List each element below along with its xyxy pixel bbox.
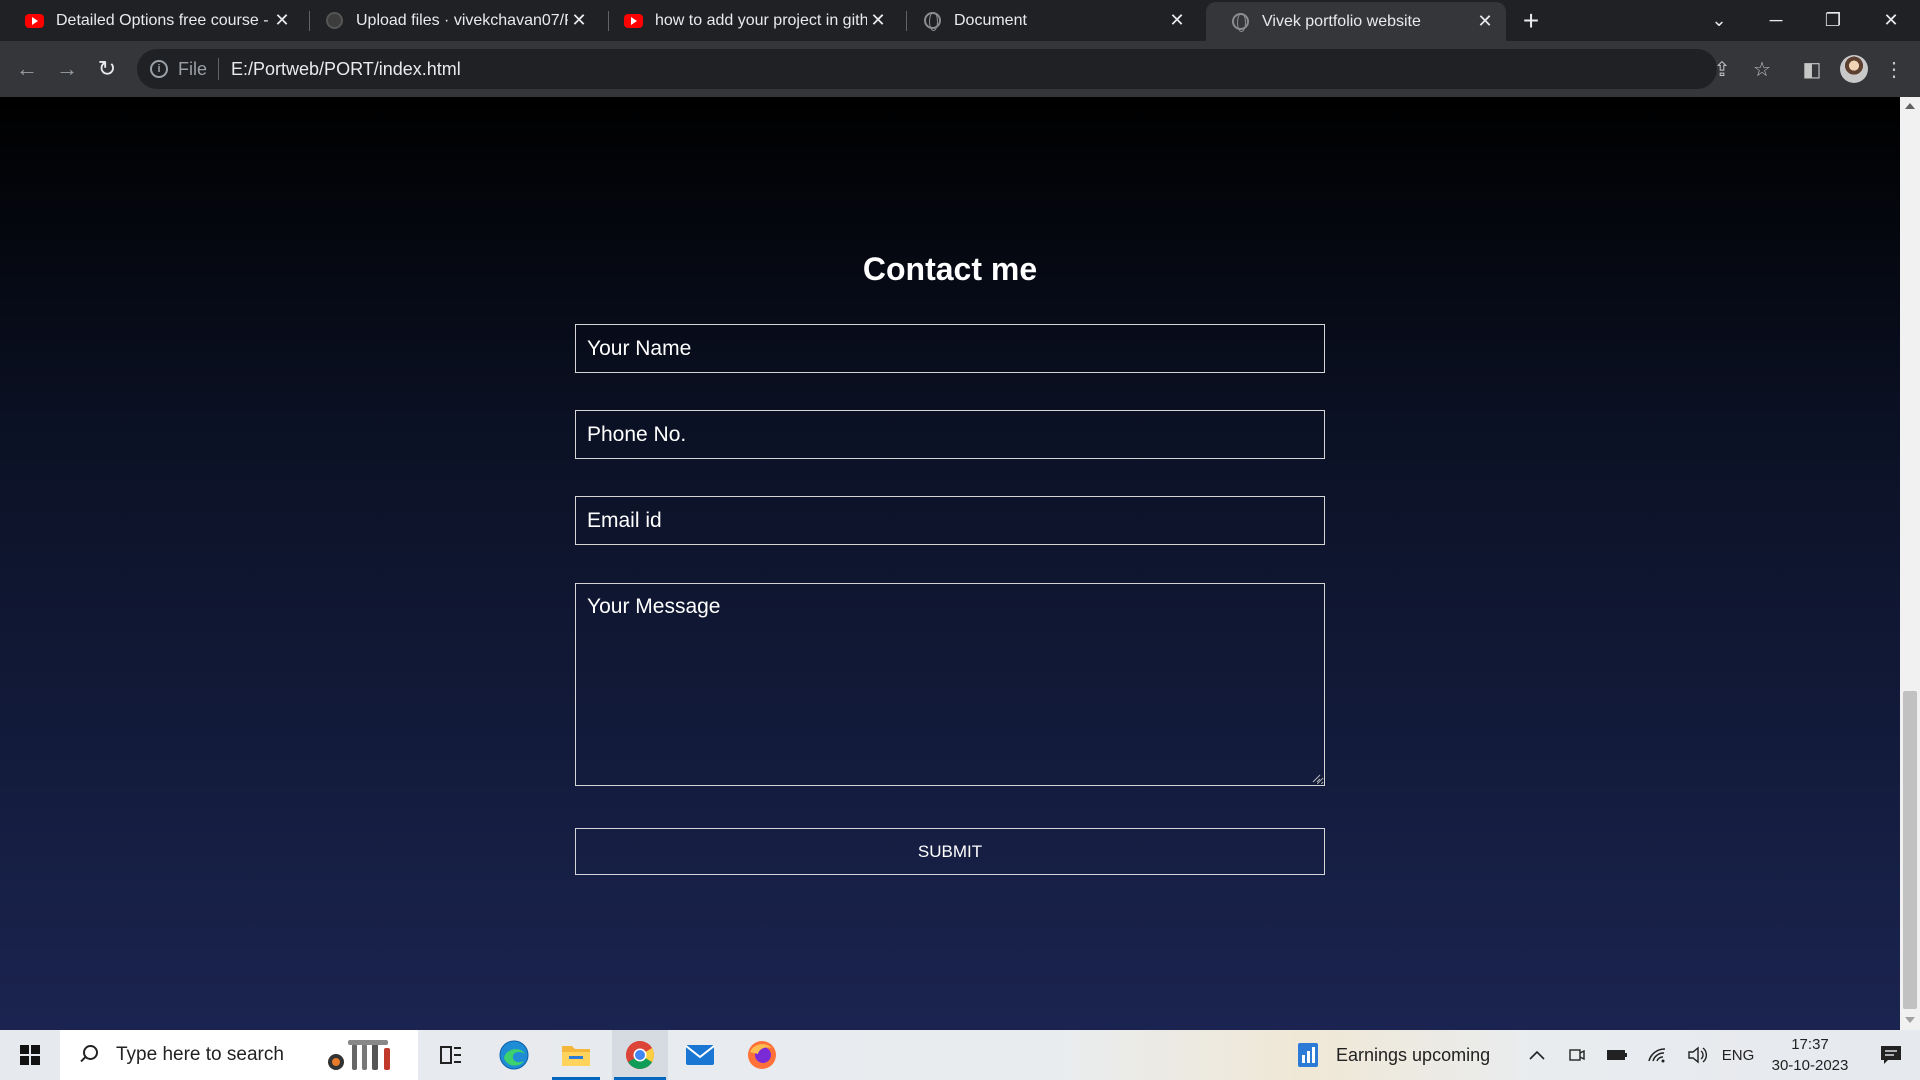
tab-title: Vivek portfolio website — [1262, 12, 1421, 30]
tab-youtube-github-howto[interactable]: how to add your project in github ✕ — [599, 0, 899, 41]
search-highlight-tools-icon — [322, 1038, 406, 1072]
globe-icon — [1231, 12, 1250, 32]
browser-tab-strip: Detailed Options free course - YouTube ✕… — [0, 0, 1920, 41]
close-icon[interactable]: ✕ — [568, 10, 590, 32]
tab-title: Detailed Options free course - YouTube — [56, 11, 271, 29]
tab-title: how to add your project in github — [655, 11, 867, 29]
side-panel-icon[interactable]: ◧ — [1798, 55, 1826, 83]
volume-icon[interactable] — [1682, 1030, 1712, 1080]
tab-youtube-options-course[interactable]: Detailed Options free course - YouTube ✕ — [0, 0, 303, 41]
notification-center-icon[interactable] — [1866, 1030, 1916, 1080]
mail-icon[interactable] — [674, 1030, 726, 1080]
taskbar-search-box[interactable]: Type here to search — [60, 1030, 418, 1080]
tab-document[interactable]: Document ✕ — [898, 0, 1198, 41]
tab-github-upload[interactable]: Upload files · vivekchavan07/Portfolio ✕ — [300, 0, 600, 41]
contact-heading: Contact me — [862, 251, 1038, 287]
battery-icon[interactable] — [1602, 1030, 1632, 1080]
wifi-icon[interactable] — [1642, 1030, 1672, 1080]
file-explorer-icon[interactable] — [550, 1030, 602, 1080]
back-arrow-icon[interactable]: ← — [11, 53, 43, 85]
youtube-icon — [25, 11, 44, 30]
taskbar-search-placeholder: Type here to search — [116, 1044, 284, 1065]
tab-title: Document — [954, 11, 1027, 29]
search-icon — [78, 1045, 98, 1065]
tab-title: Upload files · vivekchavan07/Portfolio — [356, 11, 568, 29]
globe-icon — [923, 11, 942, 31]
clock-time: 17:37 — [1791, 1036, 1829, 1053]
clock-date: 30-10-2023 — [1771, 1057, 1849, 1074]
close-window-button[interactable]: ✕ — [1866, 0, 1916, 41]
reload-icon[interactable]: ↻ — [91, 53, 123, 85]
input-language-indicator[interactable]: ENG — [1718, 1030, 1758, 1080]
minimize-button[interactable]: ─ — [1751, 0, 1801, 41]
restore-button[interactable]: ❐ — [1808, 0, 1858, 41]
task-view-icon[interactable] — [426, 1030, 476, 1080]
bookmark-star-icon[interactable]: ☆ — [1748, 55, 1776, 83]
tab-search-button[interactable]: ⌄ — [1694, 0, 1744, 41]
close-icon[interactable]: ✕ — [867, 10, 889, 32]
email-input[interactable] — [575, 496, 1325, 545]
new-tab-button[interactable]: + — [1516, 5, 1546, 36]
chrome-browser-icon[interactable] — [612, 1030, 668, 1080]
weather-widget-text: Earnings upcoming — [1336, 1044, 1491, 1065]
page-viewport: Contact me Submit — [0, 97, 1900, 1030]
close-icon[interactable]: ✕ — [271, 10, 293, 32]
url-text[interactable]: E:/Portweb/PORT/index.html — [231, 59, 461, 80]
github-icon — [325, 11, 344, 30]
name-input[interactable] — [575, 324, 1325, 373]
scroll-down-arrow-icon[interactable] — [1905, 1017, 1915, 1023]
chevron-up-icon[interactable] — [1522, 1030, 1552, 1080]
windows-start-icon[interactable] — [8, 1030, 52, 1080]
stock-chart-icon — [1298, 1043, 1318, 1067]
menu-kebab-icon[interactable]: ⋮ — [1880, 55, 1908, 83]
profile-avatar[interactable] — [1840, 55, 1868, 83]
close-icon[interactable]: ✕ — [1166, 10, 1188, 32]
info-icon[interactable]: i — [150, 60, 168, 78]
tab-vivek-portfolio[interactable]: Vivek portfolio website ✕ — [1206, 2, 1506, 41]
submit-button[interactable]: Submit — [575, 828, 1325, 875]
meet-now-icon[interactable] — [1562, 1030, 1592, 1080]
browser-toolbar: ← → ↻ i File E:/Portweb/PORT/index.html … — [0, 41, 1920, 97]
language-label: ENG — [1721, 1046, 1755, 1064]
address-bar[interactable]: i File E:/Portweb/PORT/index.html — [137, 49, 1717, 89]
close-icon[interactable]: ✕ — [1474, 11, 1496, 33]
firefox-icon[interactable] — [736, 1030, 788, 1080]
share-icon[interactable]: ⇪ — [1708, 55, 1736, 83]
page-scrollbar[interactable] — [1900, 97, 1920, 1030]
message-textarea[interactable] — [575, 583, 1325, 786]
phone-input[interactable] — [575, 410, 1325, 459]
edge-browser-icon[interactable] — [488, 1030, 540, 1080]
youtube-icon — [624, 11, 643, 30]
weather-widget[interactable]: Earnings upcoming — [1296, 1030, 1496, 1080]
scheme-label: File — [178, 58, 220, 80]
scrollbar-thumb[interactable] — [1903, 691, 1917, 1009]
scroll-up-arrow-icon[interactable] — [1905, 103, 1915, 109]
windows-taskbar: Type here to search Earnings upcoming EN… — [0, 1030, 1920, 1080]
forward-arrow-icon[interactable]: → — [51, 53, 83, 85]
system-clock[interactable]: 17:37 30-10-2023 — [1760, 1034, 1860, 1076]
